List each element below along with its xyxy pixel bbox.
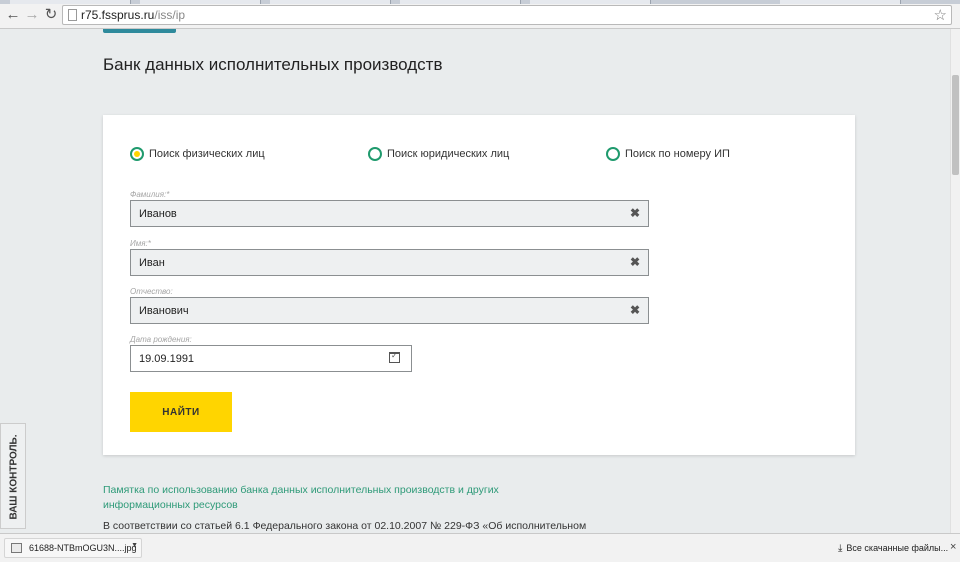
birthdate-value: 19.09.1991 [139, 353, 195, 365]
lastname-value: Иванов [139, 208, 177, 220]
scrollbar-thumb[interactable] [952, 75, 959, 175]
lastname-field[interactable]: Иванов ✖ [130, 200, 649, 227]
radio-label: Поиск физических лиц [149, 148, 265, 160]
page-title: Банк данных исполнительных производств [103, 55, 443, 74]
birthdate-label: Дата рождения: [130, 335, 192, 344]
close-icon[interactable]: × [950, 541, 956, 553]
firstname-label: Имя:* [130, 239, 151, 248]
download-file-name: 61688-NTBmOGU3N....jpg [29, 543, 137, 553]
chevron-down-icon[interactable]: ▼ [131, 542, 138, 549]
radio-button-icon[interactable] [130, 147, 144, 161]
clear-icon[interactable]: ✖ [630, 255, 640, 269]
download-item[interactable]: 61688-NTBmOGU3N....jpg ▼ [4, 538, 142, 558]
download-bar: 61688-NTBmOGU3N....jpg ▼ ⤓ Все скачанные … [0, 533, 960, 562]
lastname-label: Фамилия:* [130, 190, 170, 199]
search-button[interactable]: НАЙТИ [130, 392, 232, 432]
star-icon[interactable]: ☆ [934, 6, 947, 24]
patronymic-value: Иванович [139, 305, 189, 317]
reload-icon[interactable]: ↻ [42, 6, 60, 24]
clear-icon[interactable]: ✖ [630, 206, 640, 220]
firstname-value: Иван [139, 257, 165, 269]
law-text: В соответствии со статьей 6.1 Федерально… [103, 520, 587, 532]
firstname-field[interactable]: Иван ✖ [130, 249, 649, 276]
url-text[interactable]: r75.fssprus.ru/iss/ip [81, 8, 185, 22]
memo-link[interactable]: Памятка по использованию банка данных ис… [103, 483, 583, 513]
page-icon [68, 9, 77, 21]
browser-toolbar: ← → ↻ r75.fssprus.ru/iss/ip ☆ [0, 4, 960, 29]
radio-button-icon[interactable] [606, 147, 620, 161]
back-arrow-icon[interactable]: ← [4, 6, 22, 24]
show-all-label: Все скачанные файлы... [846, 543, 949, 553]
patronymic-label: Отчество: [130, 287, 173, 296]
radio-label: Поиск юридических лиц [387, 148, 510, 160]
address-bar[interactable]: r75.fssprus.ru/iss/ip ☆ [62, 5, 952, 25]
feedback-side-tab[interactable]: ВАШ КОНТРОЛЬ. [0, 423, 26, 529]
radio-button-icon[interactable] [368, 147, 382, 161]
search-form-card: Поиск физических лиц Поиск юридических л… [103, 115, 855, 455]
radio-label: Поиск по номеру ИП [625, 148, 730, 160]
calendar-icon[interactable] [389, 351, 400, 363]
header-button[interactable] [103, 29, 176, 33]
birthdate-field[interactable]: 19.09.1991 [130, 345, 412, 372]
patronymic-field[interactable]: Иванович ✖ [130, 297, 649, 324]
forward-arrow-icon[interactable]: → [23, 6, 41, 24]
download-icon: ⤓ [838, 543, 843, 554]
side-tab-label: ВАШ КОНТРОЛЬ. [8, 434, 20, 520]
clear-icon[interactable]: ✖ [630, 303, 640, 317]
show-all-downloads-link[interactable]: ⤓ Все скачанные файлы... [838, 543, 948, 554]
image-file-icon [11, 543, 22, 553]
page-scrollbar[interactable] [950, 29, 960, 533]
